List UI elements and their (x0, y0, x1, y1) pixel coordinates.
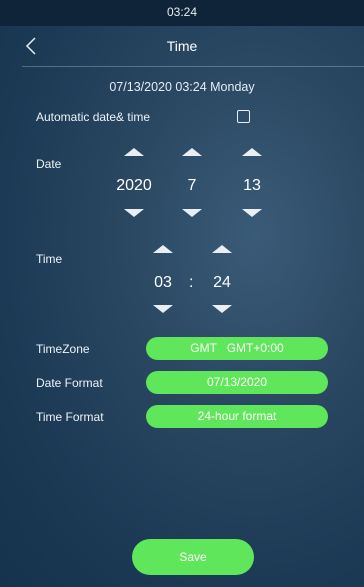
time-format-select[interactable]: 24-hour format (146, 405, 328, 428)
day-down-arrow[interactable] (242, 209, 262, 217)
day-value: 13 (243, 177, 261, 194)
header: Time (0, 26, 364, 66)
month-value: 7 (187, 177, 197, 194)
day-up-arrow[interactable] (242, 148, 262, 156)
minute-down-arrow[interactable] (212, 305, 232, 313)
timezone-select[interactable]: GMT GMT+0:00 (146, 337, 328, 360)
hour-down-arrow[interactable] (153, 305, 173, 313)
status-clock: 03:24 (166, 5, 198, 19)
current-datetime: 07/13/2020 03:24 Monday (109, 80, 255, 94)
date-format-select[interactable]: 07/13/2020 (146, 371, 328, 394)
month-up-arrow[interactable] (182, 148, 202, 156)
automatic-datetime-checkbox[interactable] (237, 110, 250, 123)
minute-up-arrow[interactable] (212, 245, 232, 253)
date-format-label: Date Format (36, 376, 103, 390)
status-bar: 03:24 (0, 0, 364, 26)
date-label: Date (36, 157, 62, 171)
page-title: Time (166, 38, 198, 54)
year-up-arrow[interactable] (124, 148, 144, 156)
save-button[interactable]: Save (132, 539, 254, 575)
year-value: 2020 (116, 177, 152, 194)
hour-up-arrow[interactable] (153, 245, 173, 253)
year-down-arrow[interactable] (124, 209, 144, 217)
timezone-label: TimeZone (36, 342, 90, 356)
automatic-datetime-label: Automatic date& time (36, 110, 151, 124)
month-down-arrow[interactable] (182, 209, 202, 217)
time-format-label: Time Format (36, 410, 104, 424)
hour-value: 03 (154, 274, 172, 291)
header-divider (22, 66, 364, 67)
time-label: Time (36, 252, 63, 266)
minute-value: 24 (213, 274, 231, 291)
